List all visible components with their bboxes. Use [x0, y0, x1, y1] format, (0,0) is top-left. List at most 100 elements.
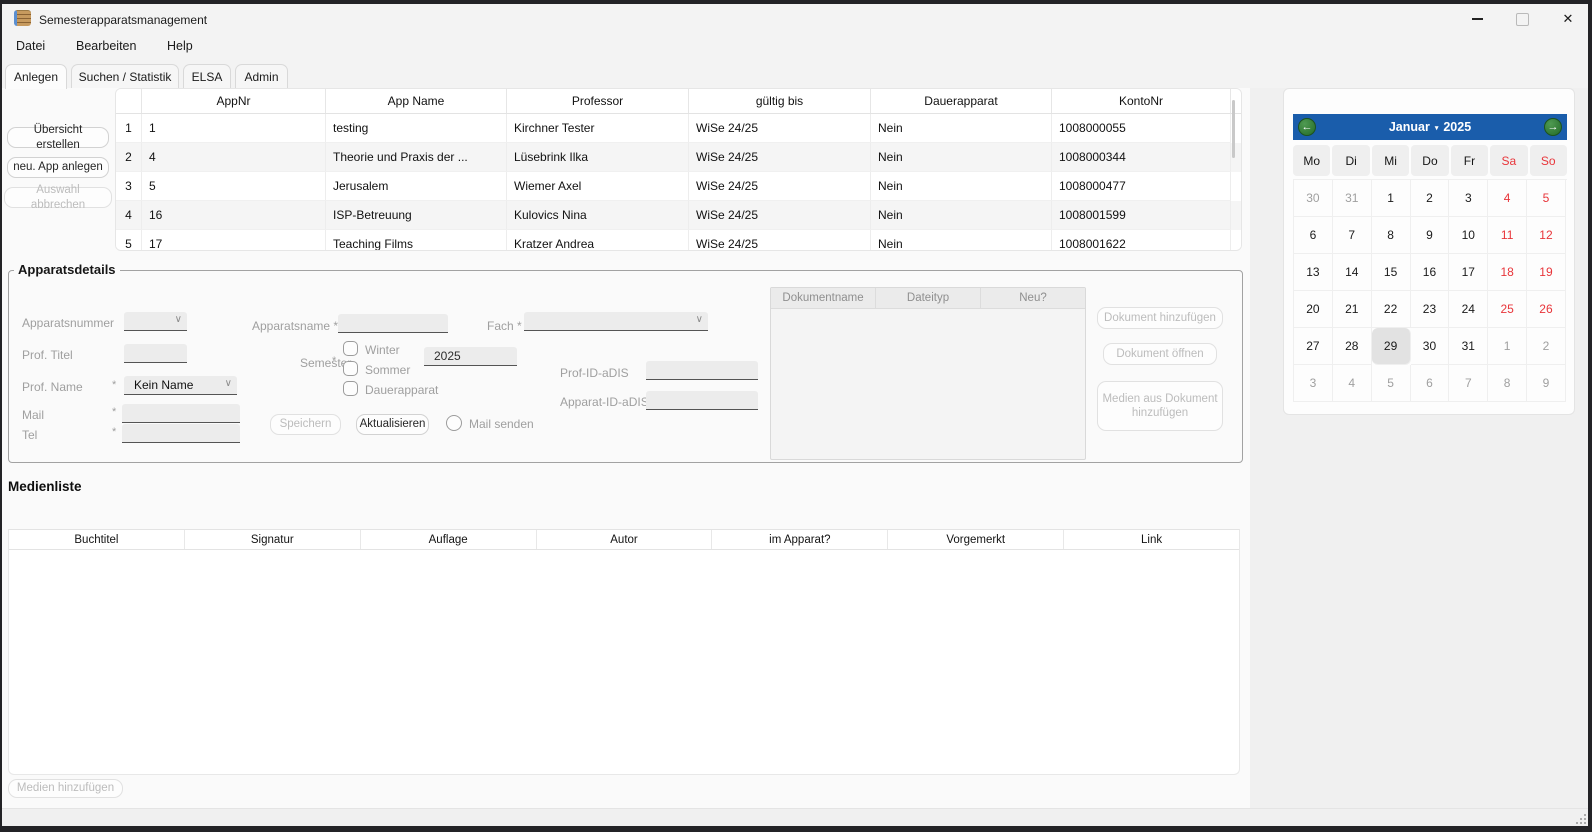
sommer-radio[interactable] [343, 361, 358, 376]
dauerapparat-radio[interactable] [343, 381, 358, 396]
tab-anlegen[interactable]: Anlegen [5, 64, 67, 89]
calendar-day[interactable]: 19 [1527, 254, 1566, 291]
table-row[interactable]: 3 5 Jerusalem Wiemer Axel WiSe 24/25 Nei… [116, 172, 1241, 201]
resize-grip[interactable] [1576, 814, 1586, 824]
column-header-dauerapparat[interactable]: Dauerapparat [871, 89, 1052, 113]
auswahl-abbrechen-button[interactable]: Auswahl abbrechen [4, 187, 112, 208]
calendar-day[interactable]: 7 [1333, 217, 1372, 254]
column-header-autor[interactable]: Autor [537, 530, 713, 549]
column-header-gueltig-bis[interactable]: gültig bis [689, 89, 871, 113]
column-header-appnr[interactable]: AppNr [142, 89, 326, 113]
calendar-day[interactable]: 25 [1488, 291, 1527, 328]
mail-senden-checkbox[interactable] [446, 415, 462, 431]
calendar-day[interactable]: 12 [1527, 217, 1566, 254]
speichern-button[interactable]: Speichern [270, 414, 341, 435]
winter-radio[interactable] [343, 341, 358, 356]
table-row[interactable]: 1 1 testing Kirchner Tester WiSe 24/25 N… [116, 114, 1241, 143]
calendar-day[interactable]: 18 [1488, 254, 1527, 291]
column-header-signatur[interactable]: Signatur [185, 530, 361, 549]
calendar-day[interactable]: 2 [1411, 180, 1450, 217]
calendar-day[interactable]: 3 [1294, 365, 1333, 402]
column-header-dokumentname[interactable]: Dokumentname [771, 288, 876, 308]
dokument-hinzufuegen-button[interactable]: Dokument hinzufügen [1097, 307, 1223, 329]
column-header-neu[interactable]: Neu? [981, 288, 1085, 308]
calendar-day[interactable]: 20 [1294, 291, 1333, 328]
calendar-day[interactable]: 31 [1449, 328, 1488, 365]
calendar-day[interactable]: 2 [1527, 328, 1566, 365]
calendar-day[interactable]: 16 [1411, 254, 1450, 291]
calendar-day[interactable]: 8 [1372, 217, 1411, 254]
table-row[interactable]: 5 17 Teaching Films Kratzer Andrea WiSe … [116, 230, 1241, 251]
medien-aus-dokument-button[interactable]: Medien aus Dokument hinzufügen [1097, 381, 1223, 431]
prof-id-adis-field[interactable] [646, 361, 758, 380]
calendar-day[interactable]: 15 [1372, 254, 1411, 291]
calendar-day[interactable]: 28 [1333, 328, 1372, 365]
prof-titel-field[interactable] [124, 344, 187, 363]
calendar-day[interactable]: 30 [1411, 328, 1450, 365]
medien-hinzufuegen-button[interactable]: Medien hinzufügen [8, 779, 123, 798]
prev-month-button[interactable]: ← [1298, 118, 1316, 136]
calendar-day[interactable]: 11 [1488, 217, 1527, 254]
column-header-kontonr[interactable]: KontoNr [1052, 89, 1231, 113]
tab-admin[interactable]: Admin [235, 64, 288, 88]
calendar-day[interactable]: 13 [1294, 254, 1333, 291]
calendar-day[interactable]: 4 [1333, 365, 1372, 402]
aktualisieren-button[interactable]: Aktualisieren [356, 414, 429, 435]
mail-field[interactable] [122, 404, 240, 423]
calendar-day[interactable]: 22 [1372, 291, 1411, 328]
calendar-day[interactable]: 5 [1372, 365, 1411, 402]
neu-app-anlegen-button[interactable]: neu. App anlegen [7, 157, 109, 178]
maximize-button[interactable] [1501, 4, 1543, 34]
calendar-day[interactable]: 3 [1449, 180, 1488, 217]
calendar-day[interactable]: 14 [1333, 254, 1372, 291]
uebersicht-erstellen-button[interactable]: Übersicht erstellen [7, 127, 109, 148]
minimize-button[interactable] [1456, 4, 1498, 34]
calendar-day[interactable]: 6 [1294, 217, 1333, 254]
column-header-buchtitel[interactable]: Buchtitel [9, 530, 185, 549]
semester-year-field[interactable]: 2025 [424, 347, 517, 366]
menu-help[interactable]: Help [167, 39, 193, 53]
fach-combobox[interactable]: ∨ [524, 312, 708, 331]
column-header-professor[interactable]: Professor [507, 89, 689, 113]
column-header-im-apparat[interactable]: im Apparat? [712, 530, 888, 549]
calendar-day[interactable]: 17 [1449, 254, 1488, 291]
column-header-link[interactable]: Link [1064, 530, 1239, 549]
calendar-day[interactable]: 4 [1488, 180, 1527, 217]
tel-field[interactable] [122, 424, 240, 443]
tab-suchen-statistik[interactable]: Suchen / Statistik [71, 64, 179, 88]
column-header-auflage[interactable]: Auflage [361, 530, 537, 549]
table-scrollbar[interactable] [1232, 100, 1235, 158]
calendar-day[interactable]: 1 [1488, 328, 1527, 365]
calendar-day-selected[interactable]: 29 [1372, 328, 1411, 365]
calendar-day[interactable]: 1 [1372, 180, 1411, 217]
next-month-button[interactable]: → [1544, 118, 1562, 136]
prof-name-combobox[interactable]: Kein Name∨ [124, 376, 237, 395]
table-row[interactable]: 2 4 Theorie und Praxis der ... Lüsebrink… [116, 143, 1241, 172]
calendar-day[interactable]: 5 [1527, 180, 1566, 217]
calendar-day[interactable]: 9 [1527, 365, 1566, 402]
calendar-day[interactable]: 31 [1333, 180, 1372, 217]
calendar-day[interactable]: 7 [1449, 365, 1488, 402]
menu-datei[interactable]: Datei [16, 39, 45, 53]
column-header-dateityp[interactable]: Dateityp [876, 288, 981, 308]
apparatsnummer-combobox[interactable]: ∨ [124, 312, 187, 331]
calendar-day[interactable]: 10 [1449, 217, 1488, 254]
apparat-id-adis-field[interactable] [646, 391, 758, 410]
apparatsname-field[interactable] [338, 314, 448, 333]
dokument-oeffnen-button[interactable]: Dokument öffnen [1103, 343, 1217, 365]
calendar-day[interactable]: 24 [1449, 291, 1488, 328]
tab-elsa[interactable]: ELSA [183, 64, 231, 88]
column-header-appname[interactable]: App Name [326, 89, 507, 113]
calendar-day[interactable]: 30 [1294, 180, 1333, 217]
calendar-day[interactable]: 6 [1411, 365, 1450, 402]
column-header-vorgemerkt[interactable]: Vorgemerkt [888, 530, 1064, 549]
calendar-title[interactable]: Januar ▾ 2025 [1389, 120, 1471, 134]
calendar-day[interactable]: 9 [1411, 217, 1450, 254]
close-button[interactable]: ✕ [1547, 4, 1589, 34]
table-row[interactable]: 4 16 ISP-Betreuung Kulovics Nina WiSe 24… [116, 201, 1241, 230]
calendar-day[interactable]: 8 [1488, 365, 1527, 402]
calendar-day[interactable]: 21 [1333, 291, 1372, 328]
menu-bearbeiten[interactable]: Bearbeiten [76, 39, 136, 53]
calendar-day[interactable]: 26 [1527, 291, 1566, 328]
calendar-day[interactable]: 23 [1411, 291, 1450, 328]
